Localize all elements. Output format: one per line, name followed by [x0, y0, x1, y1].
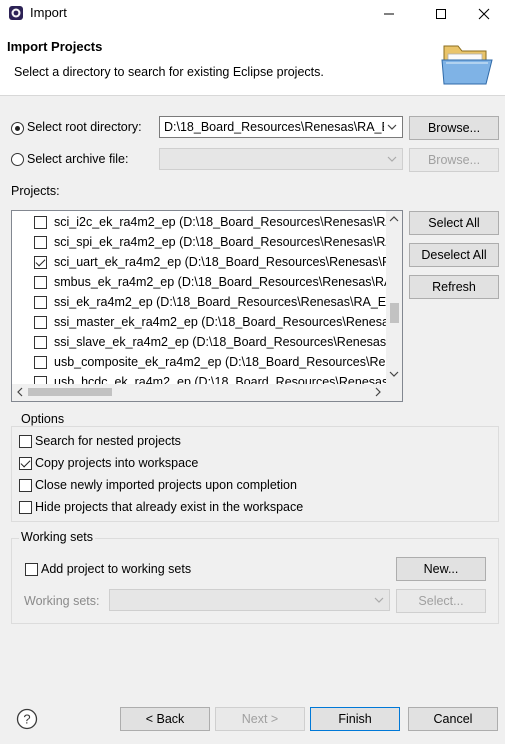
list-item[interactable]: sci_i2c_ek_ra4m2_ep (D:\18_Board_Resourc… — [12, 212, 387, 232]
window-title: Import — [30, 5, 67, 20]
working-sets-combo[interactable] — [109, 589, 390, 611]
archive-file-label: Select archive file: — [27, 152, 129, 166]
folder-icon — [441, 45, 493, 85]
projects-list[interactable]: sci_i2c_ek_ra4m2_ep (D:\18_Board_Resourc… — [11, 210, 403, 402]
root-directory-value: D:\18_Board_Resources\Renesas\RA_E — [164, 120, 384, 134]
list-item[interactable]: ssi_slave_ek_ra4m2_ep (D:\18_Board_Resou… — [12, 332, 387, 352]
working-sets-title: Working sets — [19, 530, 96, 544]
chevron-up-icon[interactable] — [389, 214, 399, 224]
project-name: sci_i2c_ek_ra4m2_ep (D:\18_Board_Resourc… — [54, 215, 387, 229]
project-checkbox[interactable] — [34, 336, 47, 349]
chevron-right-icon[interactable] — [373, 387, 383, 397]
project-checkbox[interactable] — [34, 216, 47, 229]
project-name: sci_spi_ek_ra4m2_ep (D:\18_Board_Resourc… — [54, 235, 387, 249]
root-directory-radio[interactable] — [11, 122, 24, 135]
minimize-button[interactable] — [366, 0, 412, 28]
chevron-down-icon[interactable] — [389, 369, 399, 379]
browse-archive-button[interactable]: Browse... — [409, 148, 499, 172]
eclipse-import-icon — [9, 6, 23, 20]
copy-projects-label: Copy projects into workspace — [35, 456, 199, 470]
project-checkbox[interactable] — [34, 236, 47, 249]
projects-label: Projects: — [11, 184, 60, 198]
root-directory-combo[interactable]: D:\18_Board_Resources\Renesas\RA_E — [159, 116, 403, 138]
list-item[interactable]: ssi_master_ek_ra4m2_ep (D:\18_Board_Reso… — [12, 312, 387, 332]
list-item[interactable]: smbus_ek_ra4m2_ep (D:\18_Board_Resources… — [12, 272, 387, 292]
project-checkbox[interactable] — [34, 256, 47, 269]
help-icon[interactable]: ? — [16, 708, 38, 730]
select-all-button[interactable]: Select All — [409, 211, 499, 235]
finish-button[interactable]: Finish — [310, 707, 400, 731]
chevron-down-icon — [387, 156, 397, 162]
chevron-down-icon — [374, 597, 384, 603]
chevron-left-icon[interactable] — [15, 387, 25, 397]
close-imported-label: Close newly imported projects upon compl… — [35, 478, 297, 492]
next-button[interactable]: Next > — [215, 707, 305, 731]
new-working-set-button[interactable]: New... — [396, 557, 486, 581]
search-nested-label: Search for nested projects — [35, 434, 181, 448]
back-button[interactable]: < Back — [120, 707, 210, 731]
project-checkbox[interactable] — [34, 296, 47, 309]
wizard-header: Import Projects Select a directory to se… — [0, 28, 505, 96]
refresh-button[interactable]: Refresh — [409, 275, 499, 299]
list-item[interactable]: usb_composite_ek_ra4m2_ep (D:\18_Board_R… — [12, 352, 387, 372]
project-name: sci_uart_ek_ra4m2_ep (D:\18_Board_Resour… — [54, 255, 387, 269]
vertical-scroll-thumb[interactable] — [390, 303, 399, 323]
deselect-all-button[interactable]: Deselect All — [409, 243, 499, 267]
title-bar: Import — [0, 0, 505, 28]
close-button[interactable] — [461, 0, 505, 28]
maximize-icon — [436, 9, 446, 19]
archive-file-radio[interactable] — [11, 153, 24, 166]
project-name: usb_composite_ek_ra4m2_ep (D:\18_Board_R… — [54, 355, 386, 369]
project-name: ssi_master_ek_ra4m2_ep (D:\18_Board_Reso… — [54, 315, 387, 329]
root-directory-label: Select root directory: — [27, 120, 142, 134]
select-working-sets-button[interactable]: Select... — [396, 589, 486, 613]
working-sets-label: Working sets: — [24, 594, 100, 608]
page-description: Select a directory to search for existin… — [14, 65, 324, 79]
close-imported-checkbox[interactable] — [19, 479, 32, 492]
project-checkbox[interactable] — [34, 316, 47, 329]
close-icon — [478, 8, 490, 20]
hide-existing-checkbox[interactable] — [19, 501, 32, 514]
project-name: ssi_slave_ek_ra4m2_ep (D:\18_Board_Resou… — [54, 335, 387, 349]
hide-existing-label: Hide projects that already exist in the … — [35, 500, 304, 514]
project-name: smbus_ek_ra4m2_ep (D:\18_Board_Resources… — [54, 275, 387, 289]
browse-root-button[interactable]: Browse... — [409, 116, 499, 140]
search-nested-checkbox[interactable] — [19, 435, 32, 448]
vertical-scrollbar[interactable] — [386, 211, 402, 384]
chevron-down-icon — [387, 124, 397, 130]
minimize-icon — [384, 13, 394, 15]
cancel-button[interactable]: Cancel — [408, 707, 498, 731]
project-name: ssi_ek_ra4m2_ep (D:\18_Board_Resources\R… — [54, 295, 387, 309]
project-checkbox[interactable] — [34, 356, 47, 369]
copy-projects-checkbox[interactable] — [19, 457, 32, 470]
horizontal-scroll-thumb[interactable] — [28, 388, 112, 396]
add-to-working-sets-label: Add project to working sets — [41, 562, 192, 576]
list-item[interactable]: ssi_ek_ra4m2_ep (D:\18_Board_Resources\R… — [12, 292, 387, 312]
options-title: Options — [19, 412, 67, 426]
page-title: Import Projects — [7, 39, 103, 54]
svg-text:?: ? — [23, 712, 30, 727]
add-to-working-sets-checkbox[interactable] — [25, 563, 38, 576]
list-item[interactable]: sci_spi_ek_ra4m2_ep (D:\18_Board_Resourc… — [12, 232, 387, 252]
archive-file-combo[interactable] — [159, 148, 403, 170]
project-checkbox[interactable] — [34, 276, 47, 289]
list-item[interactable]: sci_uart_ek_ra4m2_ep (D:\18_Board_Resour… — [12, 252, 387, 272]
maximize-button[interactable] — [418, 0, 464, 28]
